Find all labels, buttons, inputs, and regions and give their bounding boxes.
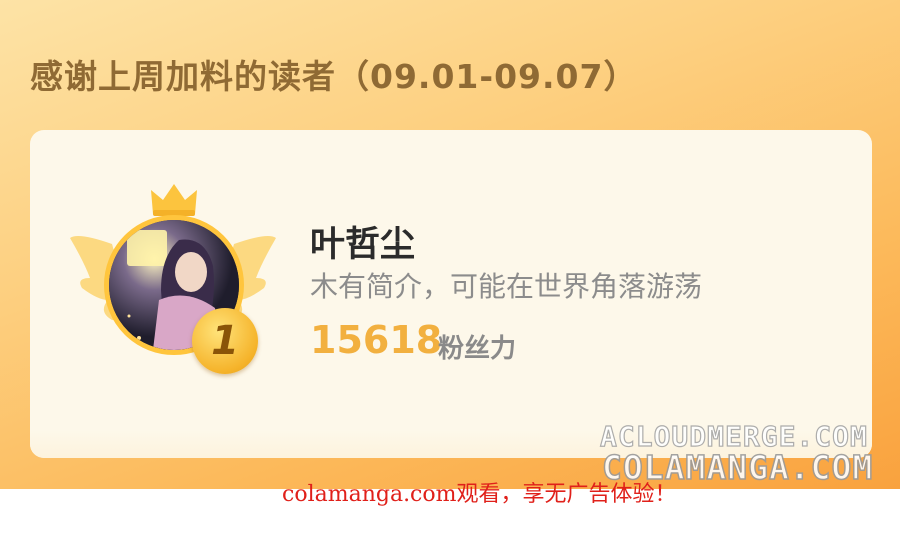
fans-label: 粉丝力 (438, 334, 517, 364)
rank-number: 1 (211, 318, 239, 364)
rank-medal-icon: 1 (192, 308, 258, 374)
promo-text: colamanga.com观看，享无广告体验！ (282, 482, 677, 507)
crown-icon (151, 184, 197, 216)
reader-bio: 木有简介，可能在世界角落游荡 (310, 270, 703, 303)
reader-name[interactable]: 叶哲尘 (310, 216, 415, 267)
fans-value: 15618 (310, 318, 443, 362)
page-title: 感谢上周加料的读者（09.01-09.07） (30, 57, 638, 96)
avatar-badge: 1 (68, 182, 278, 374)
